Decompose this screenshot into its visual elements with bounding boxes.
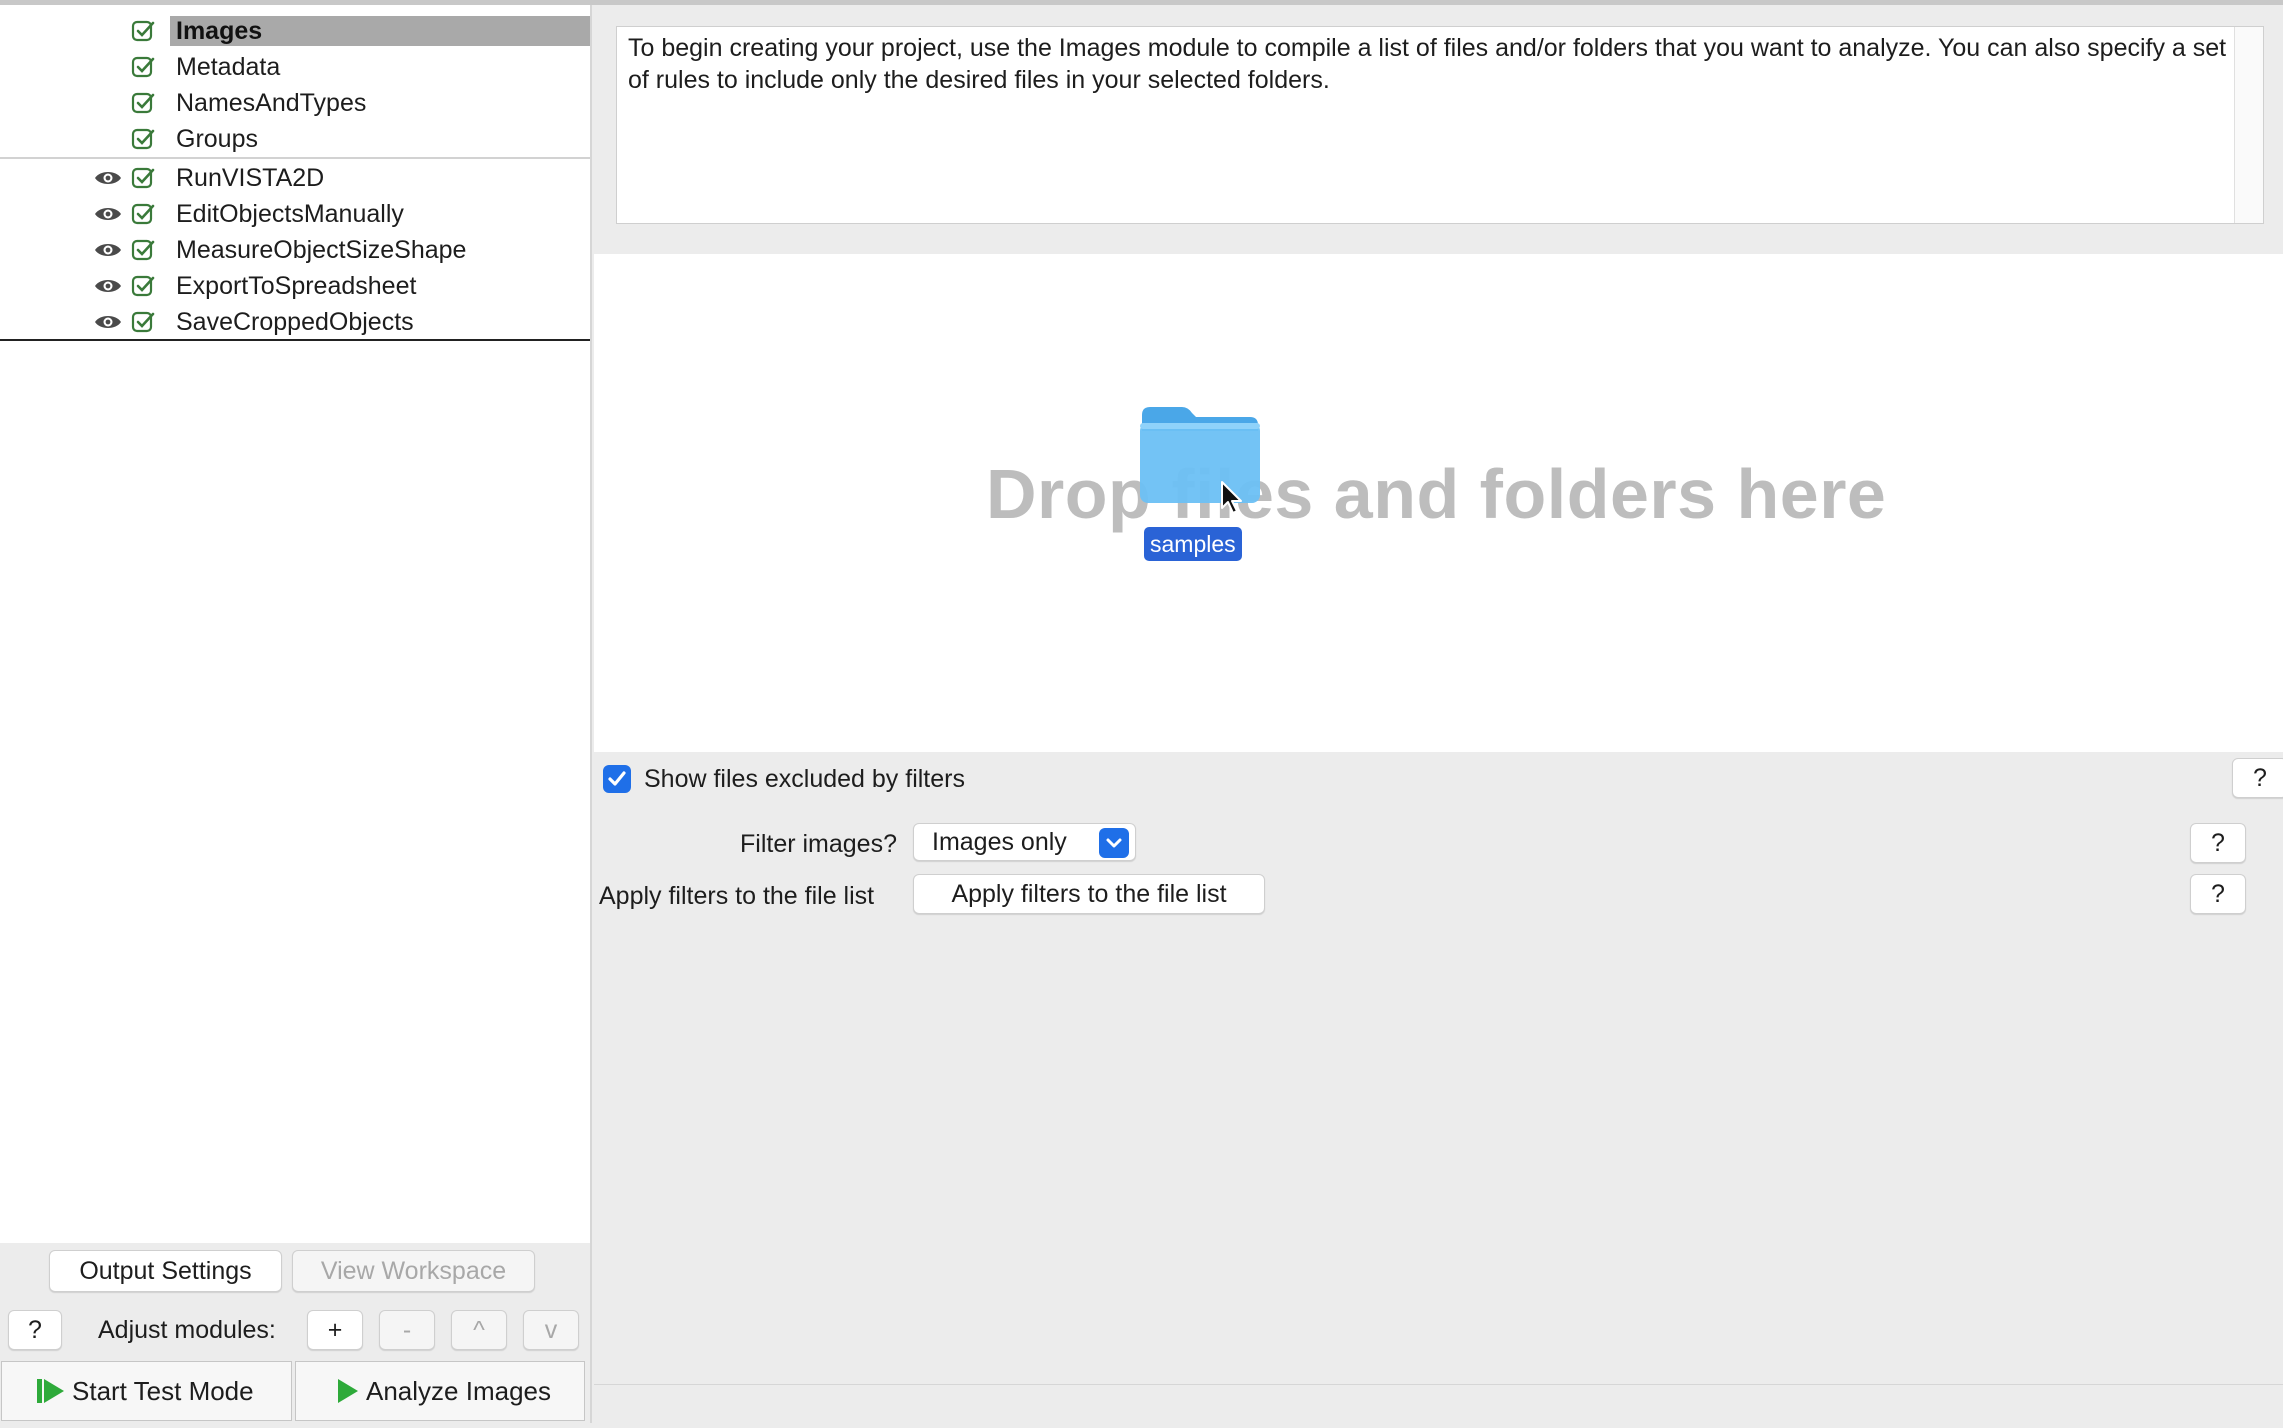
module-name: EditObjectsManually <box>176 200 404 228</box>
enabled-check-icon[interactable] <box>131 91 155 115</box>
eye-icon[interactable] <box>94 313 122 331</box>
pane-divider[interactable] <box>590 5 592 1423</box>
start-test-mode-button[interactable]: Start Test Mode <box>1 1361 292 1421</box>
module-row-runvista2d[interactable]: RunVISTA2D <box>0 161 590 195</box>
show-excluded-help-button[interactable]: ? <box>2232 758 2283 798</box>
module-name: Images <box>170 16 590 46</box>
eye-icon[interactable] <box>94 277 122 295</box>
module-help-text: To begin creating your project, use the … <box>616 26 2264 224</box>
enabled-check-icon[interactable] <box>131 202 155 226</box>
apply-filters-help-button[interactable]: ? <box>2190 874 2246 914</box>
filter-images-value: Images only <box>932 828 1067 856</box>
module-row-images[interactable]: Images <box>0 14 590 48</box>
input-modules-separator <box>0 157 590 159</box>
filter-images-select[interactable]: Images only <box>913 823 1136 861</box>
help-text: To begin creating your project, use the … <box>628 34 2227 94</box>
move-module-down-button[interactable]: v <box>523 1310 579 1350</box>
module-name: SaveCroppedObjects <box>176 308 414 336</box>
module-row-editobjectsmanually[interactable]: EditObjectsManually <box>0 197 590 231</box>
filter-images-label: Filter images? <box>740 830 897 858</box>
mouse-pointer-icon <box>1221 481 1242 514</box>
analyze-images-button[interactable]: Analyze Images <box>295 1361 585 1421</box>
chevron-down-icon <box>1099 828 1129 858</box>
module-row-exporttospreadsheet[interactable]: ExportToSpreadsheet <box>0 269 590 303</box>
module-row-savecroppedobjects[interactable]: SaveCroppedObjects <box>0 305 590 339</box>
eye-icon[interactable] <box>94 205 122 223</box>
pipeline-help-button[interactable]: ? <box>8 1310 62 1350</box>
enabled-check-icon[interactable] <box>131 55 155 79</box>
checkmark-icon <box>608 771 626 786</box>
module-name: NamesAndTypes <box>176 89 367 117</box>
module-row-groups[interactable]: Groups <box>0 122 590 156</box>
status-bar <box>594 1384 2283 1424</box>
apply-filters-button[interactable]: Apply filters to the file list <box>913 874 1265 914</box>
move-module-up-button[interactable]: ^ <box>451 1310 507 1350</box>
module-row-namesandtypes[interactable]: NamesAndTypes <box>0 86 590 120</box>
module-name: ExportToSpreadsheet <box>176 272 417 300</box>
enabled-check-icon[interactable] <box>131 238 155 262</box>
module-name: MeasureObjectSizeShape <box>176 236 467 264</box>
file-drop-zone[interactable]: Drop files and folders here samples <box>594 254 2283 752</box>
start-test-mode-label: Start Test Mode <box>72 1376 254 1406</box>
view-workspace-button[interactable]: View Workspace <box>292 1250 535 1292</box>
show-excluded-label: Show files excluded by filters <box>644 765 965 793</box>
output-settings-button[interactable]: Output Settings <box>49 1250 282 1292</box>
enabled-check-icon[interactable] <box>131 19 155 43</box>
add-module-button[interactable]: + <box>307 1310 363 1350</box>
module-name: Metadata <box>176 53 281 81</box>
pipeline-panel: Images Metadata NamesAndTypes Groups Run… <box>0 5 590 1428</box>
dragged-item-label: samples <box>1144 527 1242 561</box>
eye-icon[interactable] <box>94 169 122 187</box>
show-excluded-checkbox[interactable] <box>603 765 631 793</box>
module-row-metadata[interactable]: Metadata <box>0 50 590 84</box>
filter-images-help-button[interactable]: ? <box>2190 823 2246 863</box>
remove-module-button[interactable]: - <box>379 1310 435 1350</box>
apply-filters-label: Apply filters to the file list <box>599 882 875 910</box>
module-name: RunVISTA2D <box>176 164 325 192</box>
enabled-check-icon[interactable] <box>131 310 155 334</box>
drop-zone-hint: Drop files and folders here <box>986 455 1887 533</box>
analyze-images-label: Analyze Images <box>366 1376 551 1406</box>
play-icon <box>338 1379 358 1403</box>
enabled-check-icon[interactable] <box>131 166 155 190</box>
module-row-measureobjectsizeshape[interactable]: MeasureObjectSizeShape <box>0 233 590 267</box>
eye-icon[interactable] <box>94 241 122 259</box>
module-name: Groups <box>176 125 258 153</box>
test-mode-play-icon <box>37 1379 64 1403</box>
help-scrollbar[interactable] <box>2234 27 2263 223</box>
adjust-modules-label: Adjust modules: <box>98 1316 276 1344</box>
module-list-end-line <box>0 339 590 341</box>
enabled-check-icon[interactable] <box>131 274 155 298</box>
enabled-check-icon[interactable] <box>131 127 155 151</box>
